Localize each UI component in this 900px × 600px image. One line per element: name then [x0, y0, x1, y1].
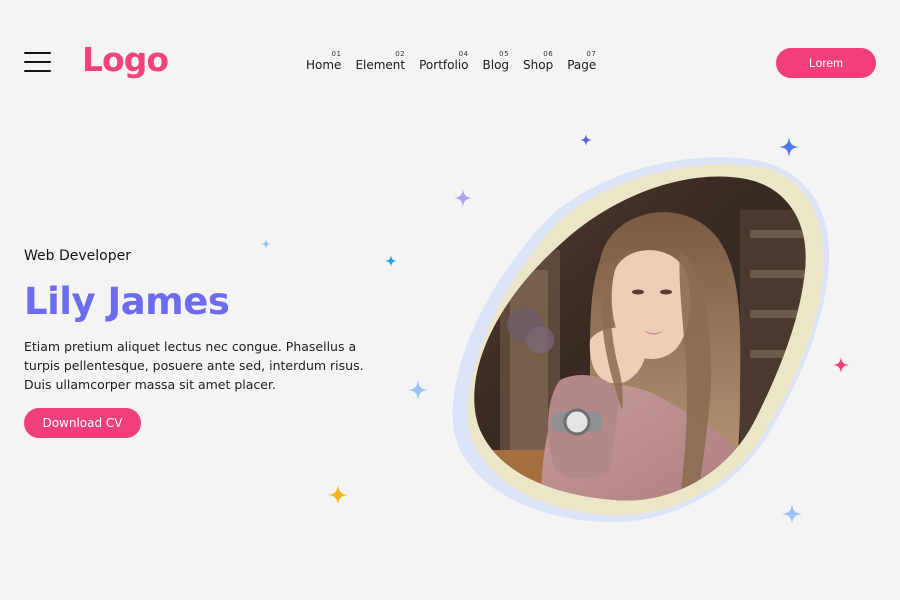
menu-bar-bottom	[24, 70, 51, 72]
main-nav: 01 Home 02 Element 04 Portfolio 05 Blog …	[306, 50, 596, 72]
sparkle-icon	[408, 380, 428, 400]
nav-item-number: 02	[395, 50, 406, 58]
nav-item-number: 07	[586, 50, 597, 58]
header-cta-button[interactable]: Lorem	[776, 48, 876, 78]
hero-name-heading: Lily James	[24, 280, 230, 323]
sparkle-icon	[261, 239, 271, 249]
nav-item-label: Element	[355, 58, 406, 72]
hero-portrait-illustration	[440, 150, 840, 530]
nav-item-page[interactable]: 07 Page	[567, 50, 596, 72]
hero-description-line: turpis pellentesque, posuere ante sed, i…	[24, 358, 364, 373]
nav-item-label: Home	[306, 58, 342, 72]
hero-description: Etiam pretium aliquet lectus nec congue.…	[24, 337, 374, 394]
hero-description-line: Duis ullamcorper massa sit amet placer.	[24, 377, 276, 392]
menu-bar-top	[24, 52, 51, 54]
nav-item-number: 01	[331, 50, 342, 58]
nav-item-label: Page	[567, 58, 597, 72]
nav-item-shop[interactable]: 06 Shop	[523, 50, 553, 72]
menu-bar-middle	[24, 61, 51, 63]
sparkle-icon	[328, 485, 348, 505]
logo[interactable]: Logo	[82, 40, 169, 79]
hero-subtitle: Web Developer	[24, 248, 131, 264]
hero-description-line: Etiam pretium aliquet lectus nec congue.…	[24, 339, 357, 354]
nav-item-home[interactable]: 01 Home	[306, 50, 341, 72]
nav-item-number: 05	[499, 50, 510, 58]
sparkle-icon	[580, 134, 592, 146]
nav-item-element[interactable]: 02 Element	[355, 50, 405, 72]
sparkle-icon	[385, 255, 397, 267]
hamburger-menu-icon[interactable]	[24, 50, 52, 76]
nav-item-label: Shop	[523, 58, 554, 72]
nav-item-label: Blog	[482, 58, 510, 72]
nav-item-portfolio[interactable]: 04 Portfolio	[419, 50, 468, 72]
nav-item-label: Portfolio	[419, 58, 469, 72]
nav-item-number: 04	[458, 50, 469, 58]
download-cv-button[interactable]: Download CV	[24, 408, 141, 438]
nav-item-blog[interactable]: 05 Blog	[483, 50, 510, 72]
nav-item-number: 06	[543, 50, 554, 58]
